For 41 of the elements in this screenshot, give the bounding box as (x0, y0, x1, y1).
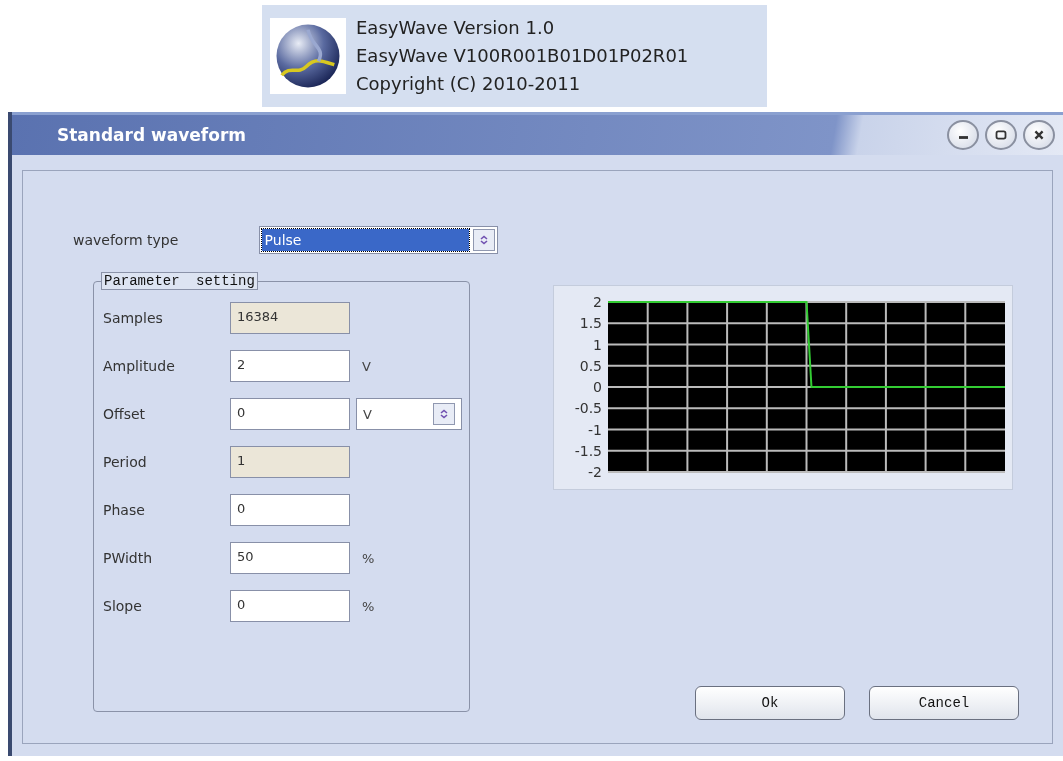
tick-label: 0.5 (579, 357, 602, 374)
field-label: PWidth (103, 550, 154, 566)
unit-label: % (362, 598, 375, 614)
field-label: Period (103, 454, 148, 470)
input-field[interactable]: 2 (230, 350, 350, 382)
tick-label: -0.5 (574, 400, 602, 417)
tick-label: -2 (588, 464, 602, 480)
field-label: waveform type (73, 232, 180, 248)
tick-label: -1.5 (574, 442, 602, 459)
about-text: EasyWave Version 1.0 (356, 16, 556, 40)
minimize-button[interactable] (947, 120, 979, 150)
input-field[interactable]: 50 (230, 542, 350, 574)
tick-label: 1 (593, 336, 602, 353)
field-label: Phase (103, 502, 146, 518)
input-field[interactable]: 0 (230, 590, 350, 622)
tick-label: 0 (593, 379, 602, 395)
dialog-button[interactable]: Ok (695, 686, 845, 720)
input-field[interactable]: 0 (230, 398, 350, 430)
window-title: Standard waveform (57, 125, 247, 145)
field-label: Amplitude (103, 358, 176, 374)
group-title: Parameter setting (101, 272, 258, 290)
about-text: Copyright (C) 2010-2011 (356, 72, 582, 96)
unit-dropdown[interactable]: V (356, 398, 462, 430)
tick-label: 1.5 (579, 315, 602, 332)
app-logo-icon (270, 18, 346, 94)
tick-label: 2 (593, 294, 602, 310)
field-label: Slope (103, 598, 143, 614)
tick-label: -1 (588, 421, 602, 438)
maximize-button[interactable] (985, 120, 1017, 150)
field-label: Samples (103, 310, 164, 326)
about-text: EasyWave V100R001B01D01P02R01 (356, 44, 689, 68)
spinner-icon (473, 229, 495, 251)
unit-label: V (362, 358, 371, 374)
close-button[interactable] (1023, 120, 1055, 150)
waveform-type-dropdown[interactable]: Pulse (258, 226, 498, 254)
spinner-icon (433, 403, 455, 425)
minimize-icon (958, 136, 968, 139)
input-field[interactable]: 0 (230, 494, 350, 526)
unit-label: % (362, 550, 375, 566)
dialog-button[interactable]: Cancel (869, 686, 1019, 720)
field-label: Offset (103, 406, 147, 422)
